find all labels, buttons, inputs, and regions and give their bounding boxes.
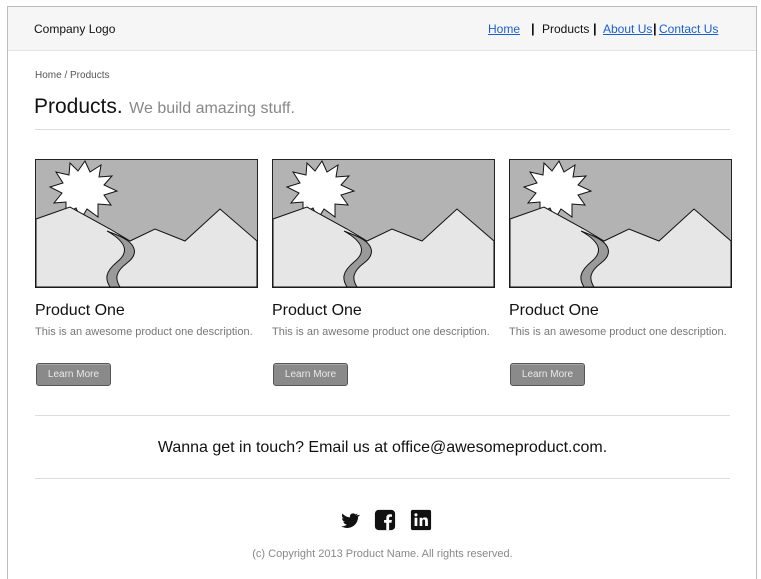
company-logo[interactable]: Company Logo bbox=[34, 22, 115, 36]
breadcrumb[interactable]: Home / Products bbox=[35, 70, 109, 81]
product-description: This is an awesome product one descripti… bbox=[35, 326, 253, 338]
product-image-placeholder bbox=[35, 159, 258, 288]
product-image-placeholder bbox=[509, 159, 732, 288]
learn-more-button[interactable]: Learn More bbox=[510, 363, 585, 386]
divider bbox=[35, 478, 730, 479]
product-card: Product One This is an awesome product o… bbox=[35, 159, 258, 386]
product-name: Product One bbox=[35, 302, 125, 319]
product-name: Product One bbox=[509, 302, 599, 319]
product-name: Product One bbox=[272, 302, 362, 319]
nav-products[interactable]: Products bbox=[542, 22, 589, 36]
nav-contact-us[interactable]: Contact Us bbox=[659, 22, 718, 36]
product-image-placeholder bbox=[272, 159, 495, 288]
contact-message: Wanna get in touch? Email us at office@a… bbox=[157, 439, 608, 456]
divider bbox=[35, 129, 730, 130]
page-subtitle: We build amazing stuff. bbox=[129, 100, 295, 117]
page-title: Products. bbox=[34, 95, 123, 118]
linkedin-icon[interactable] bbox=[410, 509, 432, 531]
divider bbox=[35, 415, 730, 416]
copyright-text: (c) Copyright 2013 Product Name. All rig… bbox=[252, 548, 513, 560]
learn-more-button[interactable]: Learn More bbox=[36, 363, 111, 386]
product-description: This is an awesome product one descripti… bbox=[272, 326, 490, 338]
nav-about-us[interactable]: About Us bbox=[603, 22, 652, 36]
nav-separator: | bbox=[593, 21, 597, 36]
social-links bbox=[338, 509, 432, 531]
page-heading: Products. We build amazing stuff. bbox=[34, 95, 295, 119]
top-navbar: Company Logo Home | Products | About Us … bbox=[8, 7, 756, 51]
nav-separator: | bbox=[653, 21, 657, 36]
learn-more-button[interactable]: Learn More bbox=[273, 363, 348, 386]
facebook-icon[interactable] bbox=[374, 509, 396, 531]
twitter-icon[interactable] bbox=[338, 509, 360, 531]
nav-separator: | bbox=[531, 21, 535, 36]
product-card: Product One This is an awesome product o… bbox=[509, 159, 732, 386]
nav-home[interactable]: Home bbox=[488, 22, 520, 36]
product-description: This is an awesome product one descripti… bbox=[509, 326, 727, 338]
product-card: Product One This is an awesome product o… bbox=[272, 159, 495, 386]
page-frame: Company Logo Home | Products | About Us … bbox=[7, 6, 757, 579]
